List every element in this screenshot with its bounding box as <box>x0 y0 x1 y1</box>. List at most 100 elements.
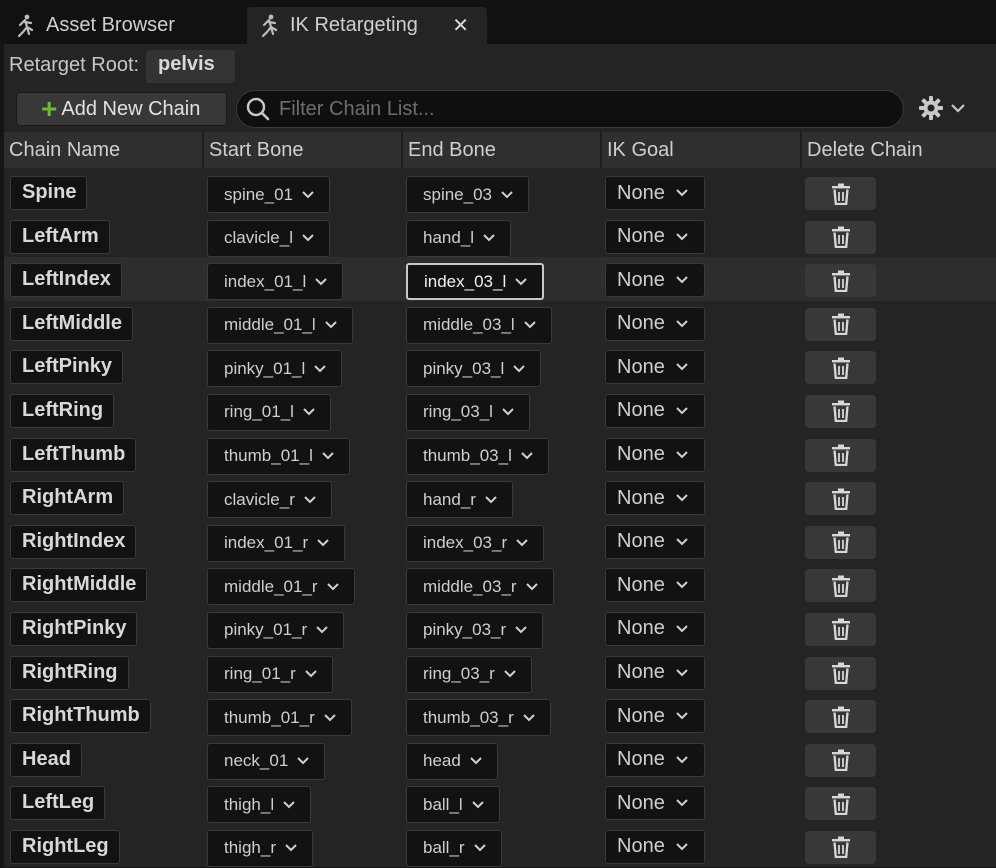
end-bone-dropdown[interactable]: spine_03 <box>406 176 530 213</box>
end-bone-dropdown[interactable]: pinky_03_l <box>406 350 542 388</box>
start-bone-dropdown[interactable]: thigh_l <box>207 786 312 824</box>
delete-chain-button[interactable] <box>805 569 876 603</box>
start-bone-dropdown[interactable]: neck_01 <box>207 742 326 780</box>
search-input[interactable] <box>279 97 879 121</box>
ik-goal-dropdown[interactable]: None <box>605 219 705 254</box>
start-bone-dropdown[interactable]: pinky_01_r <box>207 611 345 649</box>
chain-name-field[interactable]: LeftRing <box>10 393 115 428</box>
start-bone-dropdown[interactable]: thumb_01_l <box>207 437 350 475</box>
ik-goal-dropdown[interactable]: None <box>605 655 705 690</box>
chain-row[interactable]: RightLeg thigh_r ball_r None <box>4 824 996 868</box>
start-bone-dropdown[interactable]: index_01_r <box>207 524 346 562</box>
delete-chain-button[interactable] <box>805 264 876 298</box>
chain-name-field[interactable]: LeftMiddle <box>10 306 133 341</box>
ik-goal-dropdown[interactable]: None <box>605 350 705 385</box>
end-bone-dropdown[interactable]: ring_03_l <box>406 393 530 431</box>
start-bone-dropdown[interactable]: thigh_r <box>207 829 313 867</box>
end-bone-dropdown[interactable]: hand_r <box>406 481 513 519</box>
delete-chain-button[interactable] <box>805 351 876 385</box>
chain-row[interactable]: Head neck_01 head None <box>4 737 996 781</box>
chain-row[interactable]: Spine spine_01 spine_03 None <box>4 170 996 214</box>
column-header-end-bone[interactable]: End Bone <box>403 132 602 168</box>
end-bone-dropdown[interactable]: head <box>406 742 498 780</box>
ik-goal-dropdown[interactable]: None <box>605 524 705 559</box>
ik-goal-dropdown[interactable]: None <box>605 742 705 777</box>
chain-name-field[interactable]: LeftArm <box>10 219 110 254</box>
start-bone-dropdown[interactable]: index_01_l <box>207 263 344 301</box>
end-bone-dropdown[interactable]: pinky_03_r <box>406 611 544 649</box>
start-bone-dropdown[interactable]: middle_01_r <box>207 568 355 606</box>
start-bone-dropdown[interactable]: ring_01_l <box>207 393 331 431</box>
delete-chain-button[interactable] <box>805 307 876 341</box>
add-new-chain-button[interactable]: + Add New Chain <box>16 92 227 126</box>
end-bone-dropdown[interactable]: middle_03_r <box>406 568 554 606</box>
delete-chain-button[interactable] <box>805 482 876 516</box>
end-bone-dropdown[interactable]: thumb_03_r <box>406 699 551 737</box>
ik-goal-dropdown[interactable]: None <box>605 437 705 472</box>
chain-name-field[interactable]: LeftIndex <box>10 263 122 298</box>
chain-row[interactable]: RightIndex index_01_r index_03_r None <box>4 519 996 563</box>
chain-row[interactable]: LeftPinky pinky_01_l pinky_03_l None <box>4 344 996 388</box>
delete-chain-button[interactable] <box>805 438 876 472</box>
end-bone-dropdown[interactable]: middle_03_l <box>406 306 552 344</box>
delete-chain-button[interactable] <box>805 525 876 559</box>
chain-row[interactable]: LeftIndex index_01_l index_03_l None <box>4 257 996 301</box>
ik-goal-dropdown[interactable]: None <box>605 611 705 646</box>
chain-row[interactable]: LeftThumb thumb_01_l thumb_03_l None <box>4 432 996 476</box>
chain-row[interactable]: LeftLeg thigh_l ball_l None <box>4 780 996 824</box>
chain-row[interactable]: RightThumb thumb_01_r thumb_03_r None <box>4 693 996 737</box>
start-bone-dropdown[interactable]: clavicle_r <box>207 481 332 519</box>
chain-name-field[interactable]: RightThumb <box>10 699 151 734</box>
start-bone-dropdown[interactable]: thumb_01_r <box>207 699 352 737</box>
chain-name-field[interactable]: Spine <box>10 176 88 210</box>
tab-asset-browser[interactable]: Asset Browser <box>14 7 175 44</box>
chain-row[interactable]: RightMiddle middle_01_r middle_03_r None <box>4 562 996 606</box>
ik-goal-dropdown[interactable]: None <box>605 786 705 821</box>
chain-filter-search[interactable] <box>236 90 904 128</box>
chain-name-field[interactable]: RightRing <box>10 655 129 690</box>
ik-goal-dropdown[interactable]: None <box>605 263 705 298</box>
chain-name-field[interactable]: Head <box>10 742 82 777</box>
chain-row[interactable]: RightRing ring_01_r ring_03_r None <box>4 650 996 694</box>
chain-row[interactable]: LeftMiddle middle_01_l middle_03_l None <box>4 301 996 345</box>
ik-goal-dropdown[interactable]: None <box>605 568 705 603</box>
delete-chain-button[interactable] <box>805 177 876 210</box>
start-bone-dropdown[interactable]: spine_01 <box>207 176 331 213</box>
start-bone-dropdown[interactable]: ring_01_r <box>207 655 333 693</box>
ik-goal-dropdown[interactable]: None <box>605 393 705 428</box>
chain-name-field[interactable]: LeftThumb <box>10 437 137 472</box>
start-bone-dropdown[interactable]: pinky_01_l <box>207 350 343 388</box>
end-bone-dropdown[interactable]: ball_l <box>406 786 500 824</box>
end-bone-dropdown[interactable]: ring_03_r <box>406 655 532 693</box>
column-header-start-bone[interactable]: Start Bone <box>204 132 403 168</box>
chain-name-field[interactable]: RightArm <box>10 481 125 516</box>
delete-chain-button[interactable] <box>805 830 876 864</box>
chain-name-field[interactable]: RightMiddle <box>10 568 148 603</box>
chain-row[interactable]: RightPinky pinky_01_r pinky_03_r None <box>4 606 996 650</box>
chain-name-field[interactable]: RightPinky <box>10 611 138 646</box>
close-icon[interactable]: ✕ <box>452 13 469 38</box>
chain-row[interactable]: LeftRing ring_01_l ring_03_l None <box>4 388 996 432</box>
delete-chain-button[interactable] <box>805 743 876 777</box>
chain-name-field[interactable]: RightLeg <box>10 829 120 864</box>
chain-name-field[interactable]: RightIndex <box>10 524 137 559</box>
ik-goal-dropdown[interactable]: None <box>605 481 705 516</box>
delete-chain-button[interactable] <box>805 220 876 254</box>
chain-row[interactable]: RightArm clavicle_r hand_r None <box>4 475 996 519</box>
ik-goal-dropdown[interactable]: None <box>605 176 705 210</box>
end-bone-dropdown[interactable]: hand_l <box>406 219 512 257</box>
end-bone-dropdown[interactable]: ball_r <box>406 829 502 867</box>
delete-chain-button[interactable] <box>805 656 876 690</box>
start-bone-dropdown[interactable]: clavicle_l <box>207 219 330 257</box>
chain-name-field[interactable]: LeftPinky <box>10 350 124 385</box>
delete-chain-button[interactable] <box>805 394 876 428</box>
tab-ik-retargeting[interactable]: IK Retargeting ✕ <box>247 7 487 44</box>
start-bone-dropdown[interactable]: middle_01_l <box>207 306 353 344</box>
chain-row[interactable]: LeftArm clavicle_l hand_l None <box>4 214 996 258</box>
ik-goal-dropdown[interactable]: None <box>605 306 705 341</box>
ik-goal-dropdown[interactable]: None <box>605 829 705 864</box>
end-bone-dropdown[interactable]: thumb_03_l <box>406 437 549 475</box>
delete-chain-button[interactable] <box>805 700 876 734</box>
delete-chain-button[interactable] <box>805 612 876 646</box>
delete-chain-button[interactable] <box>805 787 876 821</box>
